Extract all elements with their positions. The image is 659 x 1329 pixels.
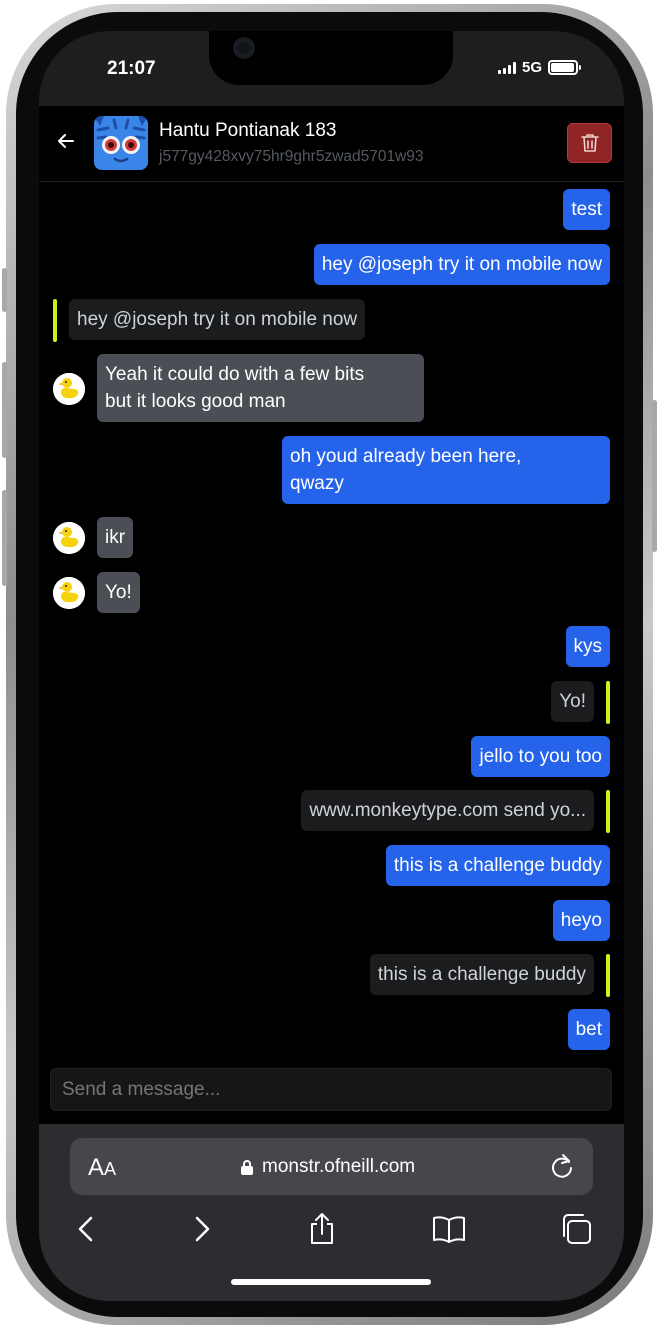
volume-down-button	[2, 490, 7, 586]
message-received[interactable]: Yeah it could do with a few bits but it …	[97, 354, 424, 422]
status-bar: 21:07 5G	[39, 31, 624, 106]
message-sent[interactable]: hey @joseph try it on mobile now	[313, 244, 610, 285]
message-received[interactable]: ikr	[97, 517, 134, 558]
battery-icon	[548, 60, 581, 75]
url-display[interactable]: monstr.ofneill.com	[240, 1156, 415, 1178]
message-quote[interactable]: hey @joseph try it on mobile now	[69, 299, 366, 340]
dynamic-island	[209, 31, 453, 85]
front-camera	[233, 37, 255, 59]
message-input[interactable]	[62, 1079, 592, 1101]
signal-icon	[497, 61, 516, 74]
message-sent[interactable]: oh youd already been here, qwazy	[282, 436, 610, 504]
message-sent[interactable]: kys	[565, 626, 610, 667]
message-list: test hey @joseph try it on mobile now he…	[39, 182, 624, 1057]
duck-icon	[53, 522, 85, 554]
message-sent[interactable]: test	[563, 189, 610, 230]
chevron-right-icon[interactable]	[185, 1212, 219, 1246]
network-type: 5G	[521, 59, 542, 76]
sender-avatar[interactable]	[53, 577, 85, 609]
status-indicators: 5G	[497, 59, 581, 76]
reload-icon	[552, 1154, 572, 1178]
message-composer	[50, 1068, 612, 1111]
delete-chat-button[interactable]	[567, 123, 612, 163]
power-button	[652, 400, 657, 552]
contact-public-key: j577gy428xvy75hr9ghr5zwad5701w93	[159, 148, 424, 165]
address-bar[interactable]: AA monstr.ofneill.com	[70, 1138, 593, 1195]
phone-screen: 21:07 5G Hantu Pontianak 183 j577gy428xv…	[39, 31, 624, 1301]
share-icon[interactable]	[305, 1212, 339, 1246]
message-quote[interactable]: this is a challenge buddy	[369, 954, 594, 995]
reply-quote-bar	[53, 299, 57, 342]
arrow-left-icon	[58, 134, 74, 148]
reply-quote-bar	[606, 681, 610, 724]
duck-icon	[53, 373, 85, 405]
sender-avatar[interactable]	[53, 522, 85, 554]
message-quote[interactable]: www.monkeytype.com send yo...	[301, 790, 594, 831]
home-indicator[interactable]	[231, 1279, 431, 1285]
chevron-left-icon[interactable]	[69, 1212, 103, 1246]
message-sent[interactable]: jello to you too	[471, 736, 610, 777]
chat-header: Hantu Pontianak 183 j577gy428xvy75hr9ghr…	[39, 106, 624, 182]
message-sent[interactable]: this is a challenge buddy	[385, 845, 610, 886]
text-size-button[interactable]: AA	[88, 1154, 116, 1182]
browser-toolbar: AA monstr.ofneill.com	[39, 1124, 624, 1301]
message-sent[interactable]: heyo	[552, 900, 610, 941]
tabs-icon[interactable]	[559, 1212, 593, 1246]
message-received[interactable]: Yo!	[97, 572, 140, 613]
message-sent[interactable]: bet	[567, 1009, 610, 1050]
url-text: monstr.ofneill.com	[262, 1156, 416, 1177]
reload-button[interactable]	[549, 1152, 575, 1185]
reply-quote-bar	[606, 954, 610, 997]
lock-icon	[241, 1159, 253, 1175]
volume-up-button	[2, 362, 7, 458]
duck-icon	[53, 577, 85, 609]
reply-quote-bar	[606, 790, 610, 833]
sender-avatar[interactable]	[53, 373, 85, 405]
monster-avatar-image	[94, 116, 148, 170]
contact-avatar[interactable]	[94, 116, 148, 170]
book-icon[interactable]	[432, 1212, 466, 1246]
back-button[interactable]	[53, 128, 79, 154]
contact-name: Hantu Pontianak 183	[159, 120, 337, 141]
message-quote[interactable]: Yo!	[551, 681, 594, 722]
status-time: 21:07	[107, 58, 156, 79]
action-button	[2, 268, 7, 312]
trash-icon	[580, 134, 599, 152]
